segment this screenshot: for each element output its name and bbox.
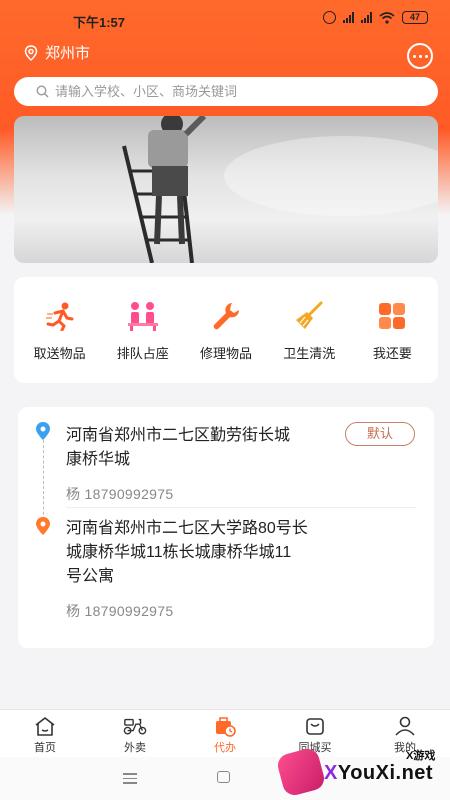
banner-image <box>122 116 438 263</box>
menu-line <box>123 777 137 779</box>
service-grid: 取送物品 排队占座 修理物品 卫生清洗 我还要 <box>14 277 438 383</box>
chat-dots-icon <box>412 54 416 58</box>
tab-label: 首页 <box>34 742 56 754</box>
home-icon <box>33 715 57 737</box>
service-label: 取送物品 <box>33 345 86 361</box>
wrench-icon <box>209 299 243 333</box>
address-contact: 杨 18790992975 <box>66 603 174 619</box>
tab-home[interactable]: 首页 <box>0 710 90 757</box>
alarm-icon <box>323 11 336 24</box>
status-bar: 下午1:57 47 <box>0 0 450 38</box>
service-cleaning[interactable]: 卫生清洗 <box>268 299 351 362</box>
queue-people-icon <box>126 299 160 333</box>
location-pin-icon <box>24 44 38 61</box>
address-contact: 杨 18790992975 <box>66 486 174 502</box>
divider <box>66 507 416 508</box>
service-repair[interactable]: 修理物品 <box>184 299 267 362</box>
broom-icon <box>292 299 326 333</box>
service-label: 修理物品 <box>200 345 253 361</box>
shopping-bag-icon <box>303 715 327 737</box>
status-icons: 47 <box>323 11 428 24</box>
tab-errand[interactable]: 代办 <box>180 710 270 757</box>
promo-banner[interactable] <box>14 116 438 263</box>
user-icon <box>393 715 417 737</box>
address-card: 河南省郑州市二七区勤劳街长城 康桥华城 杨 18790992975 默认 河南省… <box>18 407 434 648</box>
search-icon <box>36 85 49 98</box>
default-badge[interactable]: 默认 <box>345 422 415 446</box>
tab-takeout[interactable]: 外卖 <box>90 710 180 757</box>
location-pin-orange-icon <box>36 517 50 535</box>
address-text: 河南省郑州市二七区大学路80号长 <box>66 520 308 537</box>
errand-icon <box>213 715 237 737</box>
chat-dot <box>424 54 428 58</box>
service-more[interactable]: 我还要 <box>351 299 434 362</box>
watermark: X游戏 XYouXi.net <box>275 745 450 800</box>
menu-icon[interactable] <box>123 773 137 787</box>
search-bar[interactable] <box>14 77 438 106</box>
watermark-small-text: X游戏 <box>406 750 436 762</box>
chat-dot <box>418 54 422 58</box>
status-time: 下午1:57 <box>73 15 126 30</box>
running-person-icon <box>43 299 77 333</box>
wifi-icon <box>379 11 395 24</box>
menu-line <box>123 773 137 775</box>
watermark-x: X <box>324 762 338 784</box>
signal-icon-2 <box>361 12 372 23</box>
menu-line <box>123 782 137 784</box>
address-item[interactable]: 河南省郑州市二七区大学路80号长 城康桥华城11栋长城康桥华城11 号公寓 杨 … <box>66 517 308 621</box>
signal-icon <box>343 12 354 23</box>
message-button[interactable] <box>407 43 433 69</box>
location-selector[interactable]: 郑州市 <box>24 42 90 63</box>
service-pickup[interactable]: 取送物品 <box>18 299 101 362</box>
search-input[interactable] <box>55 84 415 99</box>
service-label: 我还要 <box>372 345 412 361</box>
service-label: 排队占座 <box>116 345 169 361</box>
address-text: 号公寓 <box>66 568 115 585</box>
service-label: 卫生清洗 <box>283 345 336 361</box>
scooter-icon <box>123 715 147 737</box>
battery-icon: 47 <box>402 11 428 24</box>
watermark-text: XYouXi.net <box>324 762 433 785</box>
tab-label: 代办 <box>214 742 236 754</box>
grid-more-icon <box>375 299 409 333</box>
address-item-default[interactable]: 河南省郑州市二七区勤劳街长城 康桥华城 杨 18790992975 <box>66 424 290 504</box>
address-text: 康桥华城 <box>66 451 131 468</box>
service-queue[interactable]: 排队占座 <box>101 299 184 362</box>
watermark-logo-icon <box>275 746 327 798</box>
home-button-icon[interactable] <box>217 771 230 783</box>
address-text: 河南省郑州市二七区勤劳街长城 <box>66 427 291 444</box>
city-label: 郑州市 <box>45 45 91 62</box>
location-pin-blue-icon <box>36 422 50 440</box>
address-text: 城康桥华城11栋长城康桥华城11 <box>66 544 292 561</box>
tab-label: 外卖 <box>124 742 146 754</box>
watermark-rest: YouXi.net <box>337 762 434 784</box>
